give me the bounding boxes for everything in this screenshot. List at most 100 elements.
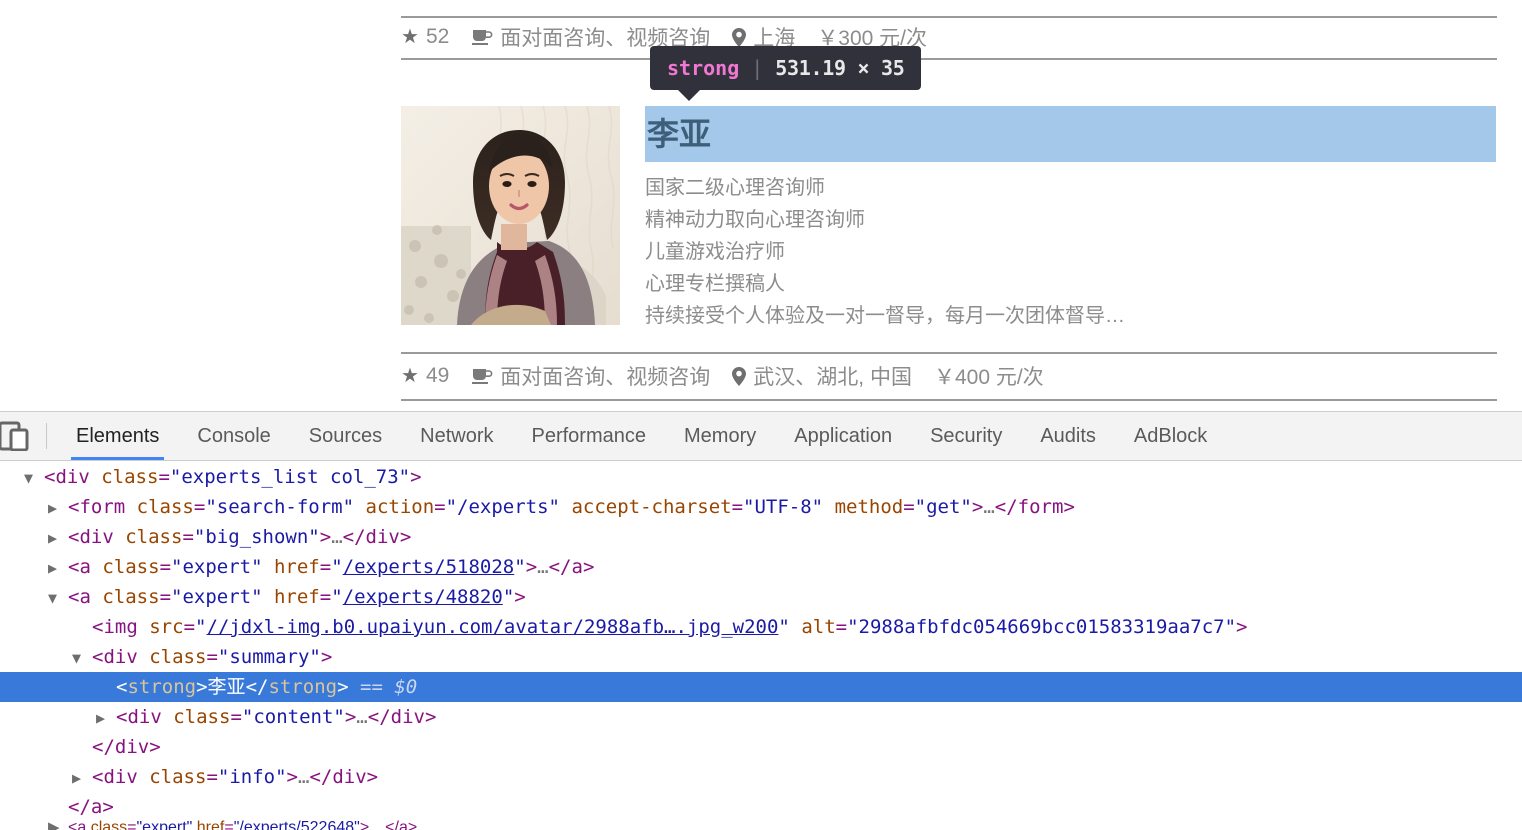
dom-token-punct: =: [206, 766, 218, 788]
dom-token-punct: >: [286, 766, 298, 788]
price-value-bottom: ￥400 元/次: [933, 366, 1044, 389]
expert-bio-line: 国家二级心理咨询师: [645, 177, 825, 199]
dom-token-tag: div: [365, 526, 400, 548]
dom-token-link[interactable]: //jdxl-img.b0.upaiyun.com/avatar/2988afb…: [206, 616, 778, 638]
expand-triangle-open-icon[interactable]: ▼: [48, 583, 68, 613]
dom-token-tag: a: [90, 796, 103, 818]
dom-token-punct: >: [971, 496, 984, 518]
expand-triangle-closed-icon[interactable]: ▶: [48, 818, 68, 830]
dom-token-space: [91, 556, 102, 578]
dom-token-punct: <: [44, 466, 56, 488]
dom-token-space: [138, 616, 149, 638]
dom-token-punct: >: [407, 819, 418, 830]
dom-token-link[interactable]: /experts/518028: [343, 556, 515, 578]
dom-token-val: "info": [217, 766, 287, 788]
tab-performance[interactable]: Performance: [513, 412, 666, 460]
dom-token-attr: alt: [801, 616, 836, 638]
devtools-panel: Elements Console Sources Network Perform…: [0, 411, 1522, 830]
tab-audits[interactable]: Audits: [1021, 412, 1115, 460]
dom-token-link[interactable]: /experts/48820: [343, 586, 503, 608]
location-pin-icon: [732, 27, 747, 47]
dom-node-row[interactable]: ▶ <a class="expert" href="/experts/522648…: [0, 818, 1522, 830]
dom-token-space: [114, 526, 125, 548]
dom-node-row-selected[interactable]: <strong>李亚</strong> == $0: [0, 672, 1522, 702]
dom-token-tag: img: [103, 616, 138, 638]
element-highlight-tooltip: strong | 531.19 × 35: [650, 46, 922, 101]
dom-token-dollar: == $0: [360, 676, 418, 698]
dom-node-row[interactable]: <img src="//jdxl-img.b0.upaiyun.com/avat…: [0, 612, 1522, 642]
dom-node-row[interactable]: ▼ <div class="experts_list col_73">: [0, 462, 1522, 492]
tab-sources[interactable]: Sources: [290, 412, 401, 460]
tab-adblock[interactable]: AdBlock: [1115, 412, 1226, 460]
dom-token-punct: <: [68, 556, 80, 578]
expand-triangle-open-icon[interactable]: ▼: [72, 643, 92, 673]
dom-token-space: [263, 586, 274, 608]
dom-token-tag: strong: [127, 676, 197, 698]
dom-token-punct: >: [337, 676, 349, 698]
dom-token-attr: class: [149, 646, 207, 668]
dom-token-val: ": [514, 556, 526, 578]
tab-security[interactable]: Security: [911, 412, 1021, 460]
dom-tree-clipped-row[interactable]: ▶ <a class="expert" href="/experts/522648…: [0, 818, 1522, 830]
dom-token-tag: form: [79, 496, 126, 518]
expert-name[interactable]: 李亚: [645, 106, 1496, 162]
expand-triangle-closed-icon[interactable]: ▶: [72, 763, 92, 793]
tab-elements[interactable]: Elements: [57, 412, 178, 460]
device-toolbar-icon[interactable]: [0, 412, 46, 460]
expand-triangle-closed-icon[interactable]: ▶: [48, 523, 68, 553]
dom-token-punct: >: [320, 646, 333, 668]
dom-token-tag: form: [1017, 496, 1064, 518]
dom-token-ellip: …: [983, 496, 995, 518]
rating-item-top: ★ 52: [401, 25, 449, 49]
dom-token-attr: accept-charset: [571, 496, 732, 518]
dom-token-space: [560, 496, 571, 518]
dom-token-ellip: …: [537, 556, 549, 578]
dom-token-punct: =: [319, 586, 332, 608]
dom-token-val: "expert": [136, 819, 193, 830]
expand-triangle-closed-icon[interactable]: ▶: [96, 703, 116, 733]
dom-token-attr: class: [125, 526, 183, 548]
dom-token-punct: =: [434, 496, 446, 518]
expand-triangle-closed-icon[interactable]: ▶: [48, 493, 68, 523]
dom-token-val: "expert": [171, 586, 263, 608]
dom-token-punct: =: [183, 616, 196, 638]
dom-token-punct: =: [835, 616, 848, 638]
dom-token-space: [790, 616, 801, 638]
dom-token-punct: <: [68, 496, 80, 518]
dom-node-row[interactable]: ▼ <a class="expert" href="/experts/48820"…: [0, 582, 1522, 612]
dom-token-punct: >: [410, 466, 422, 488]
dom-token-link[interactable]: /experts/522648: [239, 819, 354, 830]
dom-token-punct: <: [92, 766, 104, 788]
expert-bio-line: 精神动力取向心理咨询师: [645, 209, 865, 231]
dom-node-row[interactable]: ▶ <div class="info">…</div>: [0, 762, 1522, 792]
rating-value-top: 52: [425, 25, 450, 48]
expert-card[interactable]: 李亚 国家二级心理咨询师 精神动力取向心理咨询师 儿童游戏治疗师 心理专栏撰稿人…: [401, 106, 1497, 346]
expand-triangle-closed-icon[interactable]: ▶: [48, 553, 68, 583]
dom-tree[interactable]: ▼ <div class="experts_list col_73"> ▶ <form…: [0, 461, 1522, 830]
tab-console[interactable]: Console: [178, 412, 289, 460]
dom-token-punct: >: [514, 586, 526, 608]
dom-node-row[interactable]: ▶ <div class="content">…</div>: [0, 702, 1522, 732]
dom-token-punct: >: [366, 766, 379, 788]
dom-token-punct: </: [309, 766, 333, 788]
dom-node-row[interactable]: ▶ <div class="big_shown">…</div>: [0, 522, 1522, 552]
expert-summary: 李亚 国家二级心理咨询师 精神动力取向心理咨询师 儿童游戏治疗师 心理专栏撰稿人…: [645, 106, 1497, 332]
tab-network[interactable]: Network: [401, 412, 512, 460]
dom-node-row[interactable]: ▼ <div class="summary">: [0, 642, 1522, 672]
expand-triangle-open-icon[interactable]: ▼: [24, 463, 44, 493]
dom-token-punct: </: [92, 736, 115, 758]
dom-token-punct: </: [994, 496, 1018, 518]
dom-token-val: "/experts": [445, 496, 560, 518]
price-item-bottom: ￥400 元/次: [934, 361, 1044, 391]
dom-node-row[interactable]: ▶ <form class="search-form" action="/expe…: [0, 492, 1522, 522]
dom-node-row[interactable]: </div>: [0, 732, 1522, 762]
dom-token-text: 李亚: [207, 676, 246, 698]
dom-token-tag: div: [103, 766, 138, 788]
tab-application[interactable]: Application: [775, 412, 911, 460]
location-pin-icon: [732, 366, 747, 386]
dom-token-space: [263, 556, 274, 578]
dom-node-row[interactable]: ▶ <a class="expert" href="/experts/518028…: [0, 552, 1522, 582]
expert-avatar[interactable]: [401, 106, 620, 325]
dom-token-punct: <: [68, 586, 80, 608]
tab-memory[interactable]: Memory: [665, 412, 775, 460]
